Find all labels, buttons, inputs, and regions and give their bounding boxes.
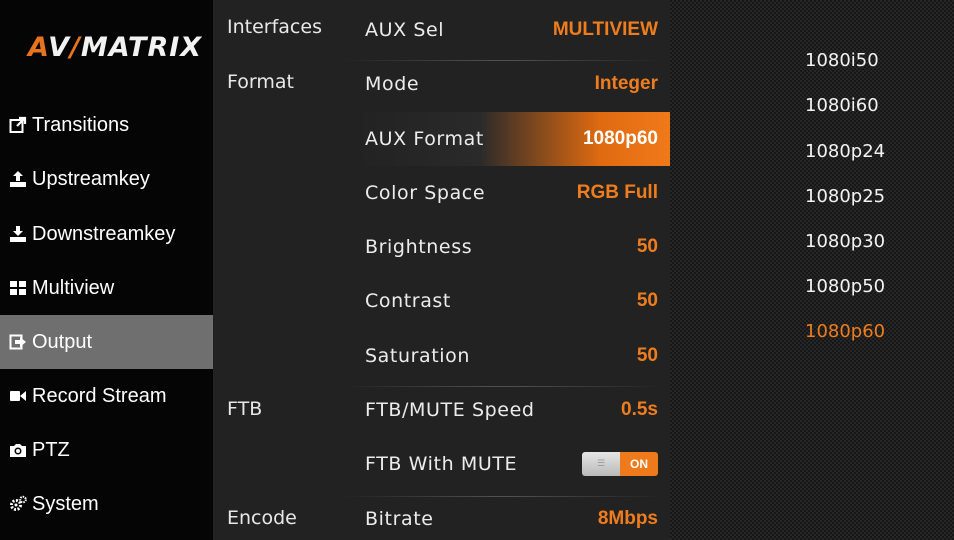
sidebar-item-upstreamkey[interactable]: Upstreamkey — [0, 152, 213, 206]
category-encode: Encode — [227, 507, 297, 529]
sidebar-item-system[interactable]: System — [0, 477, 213, 531]
setting-row-color-space[interactable]: Color Space RGB Full — [353, 166, 670, 220]
settings-panel: Interfaces Format FTB Encode AUX Sel MUL… — [213, 0, 670, 540]
setting-row-saturation[interactable]: Saturation 50 — [353, 329, 670, 383]
sidebar-item-downstreamkey[interactable]: Downstreamkey — [0, 207, 213, 261]
sidebar-item-multiview[interactable]: Multiview — [0, 261, 213, 315]
setting-label: FTB/MUTE Speed — [365, 399, 535, 421]
setting-label: Mode — [365, 73, 420, 95]
sidebar-item-label: Downstreamkey — [32, 222, 176, 245]
setting-label: Brightness — [365, 236, 473, 258]
sidebar-item-label: Transitions — [32, 113, 130, 136]
setting-row-mode[interactable]: Mode Integer — [353, 57, 670, 111]
output-settings-screen: AV/MATRIX Transitions Upstreamkey Downst… — [0, 0, 954, 540]
grid-icon — [8, 279, 28, 297]
setting-label: Saturation — [365, 345, 471, 367]
avmatrix-logo: AV/MATRIX — [28, 32, 203, 63]
format-options-list: 1080i50 1080i60 1080p24 1080p25 1080p30 … — [670, 0, 954, 540]
format-option[interactable]: 1080p50 — [805, 276, 885, 297]
format-option-selected[interactable]: 1080p60 — [805, 321, 885, 342]
setting-row-aux-sel[interactable]: AUX Sel MULTIVIEW — [353, 3, 670, 57]
sidebar-item-transitions[interactable]: Transitions — [0, 98, 213, 152]
setting-value: 50 — [636, 236, 658, 257]
setting-row-ftb-with-mute[interactable]: FTB With MUTE ☰ ON — [353, 437, 670, 491]
video-camera-icon — [8, 387, 28, 405]
setting-label: FTB With MUTE — [365, 453, 518, 475]
setting-value: RGB Full — [576, 182, 658, 203]
sidebar-item-label: Output — [32, 330, 93, 353]
download-icon — [8, 225, 28, 243]
setting-row-contrast[interactable]: Contrast 50 — [353, 274, 670, 328]
setting-label: AUX Sel — [365, 19, 445, 41]
format-option[interactable]: 1080p25 — [805, 186, 885, 207]
sidebar-item-output[interactable]: Output — [0, 315, 213, 369]
sidebar-item-label: PTZ — [32, 438, 70, 461]
setting-value: Integer — [594, 73, 658, 94]
setting-label: Bitrate — [365, 508, 434, 530]
setting-value: 1080p60 — [582, 128, 658, 149]
category-format: Format — [227, 71, 294, 93]
setting-value: 50 — [636, 290, 658, 311]
sidebar-item-label: Multiview — [32, 276, 115, 299]
setting-value: 0.5s — [621, 399, 658, 420]
sidebar-item-label: System — [32, 492, 99, 515]
setting-value: 8Mbps — [597, 508, 658, 529]
setting-row-brightness[interactable]: Brightness 50 — [353, 220, 670, 274]
toggle-knob: ☰ — [582, 452, 620, 476]
category-interfaces: Interfaces — [227, 16, 322, 38]
sign-out-icon — [8, 333, 28, 351]
setting-value: MULTIVIEW — [552, 19, 658, 40]
sidebar-item-label: Upstreamkey — [32, 167, 150, 190]
camera-icon — [8, 441, 28, 459]
upload-icon — [8, 170, 28, 188]
setting-row-aux-format[interactable]: AUX Format 1080p60 — [353, 112, 670, 166]
setting-label: AUX Format — [365, 128, 484, 150]
sidebar-item-label: Record Stream — [32, 384, 167, 407]
setting-label: Contrast — [365, 290, 451, 312]
setting-row-bitrate[interactable]: Bitrate 8Mbps — [353, 492, 670, 540]
setting-row-ftb-mute-speed[interactable]: FTB/MUTE Speed 0.5s — [353, 383, 670, 437]
sidebar-item-ptz[interactable]: PTZ — [0, 423, 213, 477]
format-option[interactable]: 1080i50 — [805, 50, 879, 71]
ftb-mute-toggle[interactable]: ☰ ON — [582, 452, 658, 476]
format-option[interactable]: 1080i60 — [805, 95, 879, 116]
toggle-on-label: ON — [620, 452, 658, 476]
format-option[interactable]: 1080p30 — [805, 231, 885, 252]
setting-label: Color Space — [365, 182, 486, 204]
sidebar: AV/MATRIX Transitions Upstreamkey Downst… — [0, 0, 213, 540]
sidebar-item-record-stream[interactable]: Record Stream — [0, 369, 213, 423]
category-ftb: FTB — [227, 398, 263, 420]
gears-icon — [8, 495, 28, 513]
setting-value: 50 — [636, 345, 658, 366]
format-option[interactable]: 1080p24 — [805, 141, 885, 162]
share-icon — [8, 116, 28, 134]
